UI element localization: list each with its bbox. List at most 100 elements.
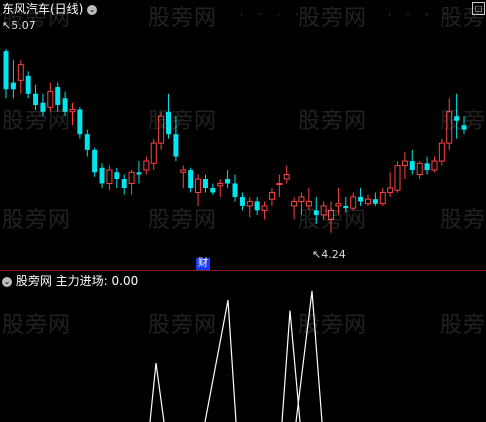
candle-body xyxy=(438,142,445,162)
candle-body xyxy=(254,201,260,211)
watermark: 股旁网 xyxy=(298,313,368,338)
candle-body xyxy=(424,163,430,171)
watermark: 股旁网 xyxy=(298,6,368,31)
candle-body xyxy=(143,160,150,171)
candle xyxy=(372,192,378,206)
candle-body xyxy=(232,183,238,197)
candle xyxy=(291,196,298,220)
candle-body xyxy=(128,171,135,184)
candle xyxy=(394,161,401,193)
candle xyxy=(438,138,445,166)
watermark: 股旁网 xyxy=(148,109,218,134)
candle-body xyxy=(25,75,31,94)
candle xyxy=(254,196,260,215)
candle-body xyxy=(261,205,268,211)
indicator-title-bar: ⌄ 股旁网 主力进场: 0.00 xyxy=(2,274,138,288)
watermark: 股旁网 xyxy=(440,313,486,338)
candle-body xyxy=(202,179,208,188)
candle-body xyxy=(298,196,305,202)
candle xyxy=(283,165,290,184)
watermark: 股旁网 xyxy=(148,313,218,338)
candle xyxy=(401,152,408,180)
watermark: 股旁网 xyxy=(148,208,218,233)
candle-body xyxy=(121,179,127,188)
candle xyxy=(143,156,150,175)
candle-body xyxy=(401,160,408,167)
candle-body xyxy=(180,169,187,173)
candle-body xyxy=(217,182,224,187)
candle xyxy=(416,161,423,180)
candle xyxy=(424,156,430,175)
watermark: 股旁网 xyxy=(440,6,486,31)
candle xyxy=(268,187,275,206)
candle xyxy=(387,172,394,197)
candle-body xyxy=(291,200,298,207)
candle-body xyxy=(106,169,113,184)
candle xyxy=(276,174,283,197)
indicator-source: 股旁网 xyxy=(15,274,52,288)
candle-body xyxy=(17,64,24,81)
candle-body xyxy=(92,149,98,173)
candle-body xyxy=(268,191,275,200)
candle-body xyxy=(379,191,386,205)
candle-body xyxy=(173,134,179,157)
watermark: 股旁网 xyxy=(2,6,72,31)
candle-body xyxy=(195,178,202,193)
candle xyxy=(379,187,386,206)
candle-body xyxy=(3,51,9,90)
candle-body xyxy=(150,142,157,164)
candle xyxy=(114,167,120,188)
candle xyxy=(188,167,194,193)
candle xyxy=(128,170,135,195)
candle-body xyxy=(136,172,142,175)
candle xyxy=(150,138,157,171)
candle xyxy=(232,174,238,202)
candle xyxy=(239,192,245,211)
candle xyxy=(261,201,268,220)
indicator-chart[interactable] xyxy=(0,271,486,422)
dropdown-icon[interactable]: ⌄ xyxy=(87,4,98,15)
candle xyxy=(246,196,253,218)
candle-body xyxy=(409,161,415,171)
candle-body xyxy=(225,179,231,184)
dropdown-icon[interactable]: ⌄ xyxy=(2,276,12,287)
finance-badge[interactable]: 财 xyxy=(196,258,210,270)
watermark: 股旁网 xyxy=(148,6,218,31)
event-markers-left: · · · · xyxy=(240,10,305,21)
candle-body xyxy=(84,134,90,150)
candle xyxy=(84,129,90,157)
candle-body xyxy=(283,174,290,180)
candle-body xyxy=(416,162,423,176)
low-price-marker: ↖4.24 xyxy=(312,248,346,261)
candle xyxy=(431,156,438,173)
watermark: 股旁网 xyxy=(2,313,72,338)
indicator-spike xyxy=(149,362,165,422)
watermark: 股旁网 xyxy=(440,109,486,134)
watermark: 股旁网 xyxy=(298,208,368,233)
candle xyxy=(25,71,31,99)
candle-body xyxy=(77,109,83,135)
candle xyxy=(3,48,9,99)
indicator-label: 主力进场: 0.00 xyxy=(55,274,139,288)
candle xyxy=(121,174,127,195)
candle-body xyxy=(372,199,378,204)
candle-body xyxy=(188,170,194,188)
candle xyxy=(217,179,224,197)
watermark: 股旁网 xyxy=(298,109,368,134)
watermark: 股旁网 xyxy=(440,208,486,233)
watermark: 股旁网 xyxy=(2,208,72,233)
candle-body xyxy=(431,160,438,171)
watermark: 股旁网 xyxy=(2,109,72,134)
candle xyxy=(225,170,231,188)
candle xyxy=(202,174,208,193)
candle xyxy=(409,149,415,175)
candle-body xyxy=(358,196,364,202)
candle xyxy=(99,163,105,188)
candle xyxy=(77,107,83,139)
candle xyxy=(136,161,142,184)
price-chart-panel: 东风汽车(日线) ⌄ ↖5.07 ↖4.24 · · · · · · · · 财… xyxy=(0,0,486,270)
candlestick-chart[interactable] xyxy=(0,0,486,270)
indicator-panel: ⌄ 股旁网 主力进场: 0.00 股旁网 股旁网 股旁网 股旁网 xyxy=(0,271,486,422)
candle-body xyxy=(10,82,16,90)
candle-body xyxy=(114,172,120,180)
